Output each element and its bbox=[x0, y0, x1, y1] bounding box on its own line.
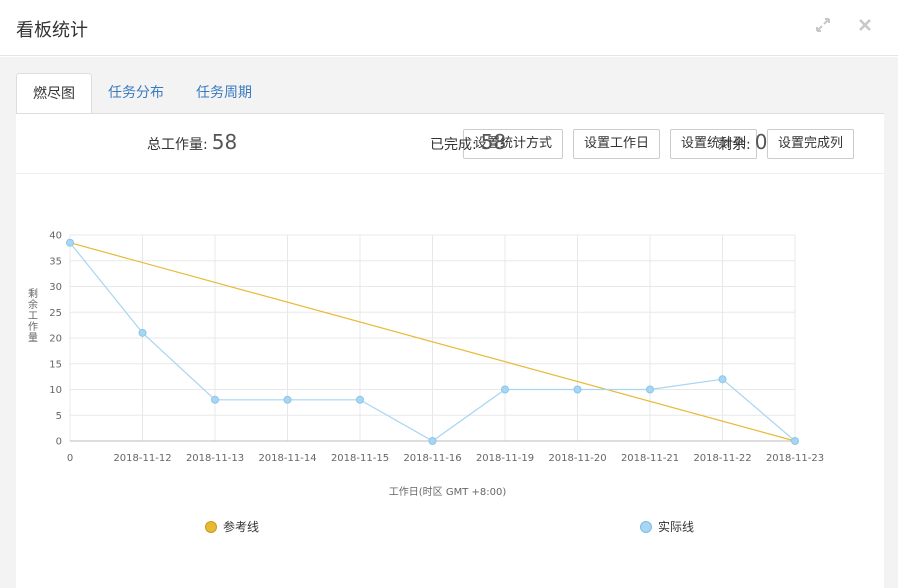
legend-reference-swatch bbox=[205, 520, 217, 533]
tab-bar: 燃尽图 任务分布 任务周期 bbox=[16, 73, 268, 114]
burndown-chart: 0 5 10 15 20 25 30 35 40 0 2018-11-12 2018-11-13 201… bbox=[28, 231, 824, 499]
x-tick-label: 2018-11-22 bbox=[693, 453, 751, 464]
actual-point bbox=[573, 385, 582, 394]
x-axis-title: 工作日(时区 GMT +8:00) bbox=[389, 486, 507, 498]
x-tick-label: 2018-11-14 bbox=[258, 453, 316, 464]
modal-header: 看板统计 bbox=[0, 0, 898, 56]
y-tick-label: 5 bbox=[56, 411, 62, 422]
actual-point bbox=[501, 385, 509, 394]
x-tick-label: 2018-11-13 bbox=[186, 453, 244, 464]
y-tick-label: 40 bbox=[49, 231, 62, 242]
y-tick-label: 10 bbox=[49, 385, 62, 396]
stat-total: 总工作量: 58 bbox=[147, 130, 237, 154]
x-tick-label: 2018-11-19 bbox=[476, 453, 534, 464]
y-tick-label: 25 bbox=[49, 308, 62, 319]
expand-icon[interactable] bbox=[812, 14, 834, 36]
stat-remain: 剩余: 0 bbox=[718, 130, 767, 154]
actual-point bbox=[211, 395, 219, 404]
x-tick-label: 2018-11-23 bbox=[766, 453, 824, 464]
tab-burndown[interactable]: 燃尽图 bbox=[16, 73, 92, 114]
close-icon[interactable] bbox=[854, 14, 876, 36]
x-tick-label: 2018-11-20 bbox=[548, 453, 606, 464]
stat-remain-value: 0 bbox=[754, 130, 768, 154]
x-tick-label: 2018-11-21 bbox=[621, 453, 679, 464]
legend-actual[interactable]: 实际线 bbox=[640, 518, 694, 535]
stat-remain-label: 剩余: bbox=[718, 137, 751, 153]
stat-done-value: 58 bbox=[480, 130, 507, 154]
set-done-columns-button[interactable]: 设置完成列 bbox=[766, 129, 854, 159]
x-tick-label: 2018-11-12 bbox=[113, 453, 171, 464]
divider bbox=[16, 173, 884, 174]
y-tick-label: 35 bbox=[49, 256, 62, 267]
modal-title: 看板统计 bbox=[16, 20, 88, 41]
stat-done: 已完成: 58 bbox=[430, 130, 506, 154]
actual-point bbox=[791, 437, 799, 445]
actual-point bbox=[718, 375, 727, 384]
x-tick-label: 2018-11-15 bbox=[331, 453, 389, 464]
stat-done-label: 已完成: bbox=[430, 137, 477, 153]
actual-point bbox=[428, 437, 437, 445]
legend-reference[interactable]: 参考线 bbox=[205, 518, 259, 535]
set-workday-button[interactable]: 设置工作日 bbox=[572, 129, 660, 159]
actual-point bbox=[66, 238, 74, 247]
x-tick-label: 0 bbox=[67, 453, 73, 464]
actual-point bbox=[646, 385, 654, 394]
y-axis-title: 剩余工作量 bbox=[28, 287, 38, 344]
actual-point bbox=[138, 328, 147, 337]
y-tick-label: 20 bbox=[49, 334, 62, 345]
x-tick-label: 2018-11-16 bbox=[403, 453, 461, 464]
legend-reference-label: 参考线 bbox=[223, 520, 260, 534]
legend-actual-swatch bbox=[640, 520, 652, 533]
tab-task-cycle[interactable]: 任务周期 bbox=[180, 73, 268, 113]
stat-total-label: 总工作量: bbox=[147, 137, 208, 153]
y-tick-label: 30 bbox=[49, 282, 62, 293]
stat-total-value: 58 bbox=[211, 130, 238, 154]
toolbar: 设置统计方式 设置工作日 设置统计列 设置完成列 bbox=[462, 129, 854, 159]
tab-task-distribution[interactable]: 任务分布 bbox=[92, 73, 180, 113]
y-tick-label: 15 bbox=[49, 359, 62, 370]
legend-actual-label: 实际线 bbox=[658, 520, 695, 534]
actual-point bbox=[283, 395, 292, 404]
actual-point bbox=[356, 395, 364, 404]
y-tick-label: 0 bbox=[56, 437, 62, 448]
